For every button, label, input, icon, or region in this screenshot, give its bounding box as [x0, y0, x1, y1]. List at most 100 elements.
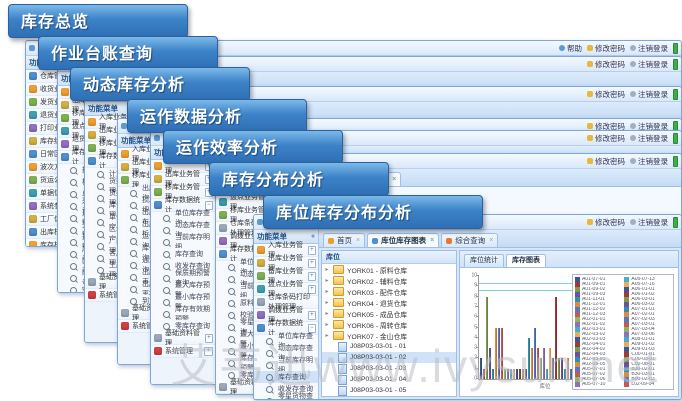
folder-icon	[333, 331, 344, 340]
tree-expand-icon[interactable]: ▸	[324, 277, 330, 284]
tree-folder-label: YORK06 - 周转仓库	[347, 320, 407, 330]
tree-expand-icon[interactable]: ▸	[324, 299, 330, 306]
subtab-库位统计[interactable]: 库位统计	[464, 254, 504, 267]
menu-item-icon	[219, 237, 227, 245]
location-icon	[338, 364, 347, 374]
sidebar-query-item[interactable]: 库存有效期预警	[151, 308, 215, 320]
tab-close-icon[interactable]: ×	[356, 237, 360, 244]
logout-button[interactable]: 注销登录	[630, 59, 668, 70]
location-icon	[338, 353, 347, 363]
help-button[interactable]: 帮助	[559, 43, 582, 54]
tree-location-label: J08P03-03-01 - 05	[350, 387, 406, 394]
tab-close-icon[interactable]: ×	[392, 176, 396, 183]
tree-location-item[interactable]: J08P03-03-01 - 01	[322, 341, 456, 352]
change-password-button[interactable]: 修改密码	[587, 89, 625, 100]
tab-综合查询[interactable]: 综合查询×	[441, 233, 498, 247]
menu-item-label: 库存查询	[175, 249, 203, 259]
menu-item-icon	[88, 157, 96, 165]
logout-icon	[630, 91, 636, 97]
bar-A02-03-02	[513, 369, 515, 379]
menu-item-icon	[154, 162, 162, 170]
logout-button[interactable]: 注销登录	[630, 156, 668, 167]
tree-expand-icon[interactable]: ▸	[324, 332, 330, 339]
tree-location-item[interactable]: J08P03-03-01 - 03	[322, 363, 456, 374]
bar-A06-01-01	[552, 358, 554, 379]
logout-icon	[630, 123, 636, 129]
menu-item-icon	[88, 291, 96, 299]
tree-expand-icon[interactable]: ▸	[324, 288, 330, 295]
logout-icon	[630, 135, 636, 141]
expand-icon: +	[308, 272, 316, 281]
banner-库存总览: 库存总览	[8, 4, 188, 38]
tree-folder-item[interactable]: ▸ YORK06 - 周转仓库	[322, 319, 456, 330]
menu-item-icon	[219, 250, 227, 258]
window-location-inventory-distribution: 当前用户:Admin Admin修改密码注销登录功能菜单«入库业务管理+出库业务…	[253, 214, 682, 400]
bar-A02-04-03	[525, 369, 527, 379]
lock-icon	[587, 123, 593, 129]
tab-close-icon[interactable]: ×	[430, 237, 434, 244]
sidebar-query-item[interactable]: 库存查询	[151, 248, 215, 260]
menu-item-icon	[29, 98, 37, 106]
tree-folder-item[interactable]: ▸YORK02 - 辅料仓库	[322, 275, 456, 286]
expand-icon: +	[204, 347, 213, 356]
menu-item-icon	[29, 85, 37, 93]
online-indicator	[673, 217, 678, 228]
menu-item-icon	[29, 189, 37, 197]
sidebar-menu-item[interactable]: 基础资料管理+	[151, 332, 215, 345]
bar-A01-07-01	[480, 358, 482, 379]
tree-folder-item[interactable]: ▸YORK07 - 金山仓库	[322, 330, 456, 341]
tab-close-icon[interactable]: ×	[489, 237, 493, 244]
logout-label: 注销登录	[638, 89, 668, 100]
tree-folder-item[interactable]: ▸ YORK05 - 成品仓库	[322, 308, 456, 319]
logout-button[interactable]: 注销登录	[630, 89, 668, 100]
sidebar-query-item[interactable]: 零星货物查询	[254, 395, 318, 399]
menu-item-icon	[88, 118, 96, 126]
tree-location-item[interactable]: J08P03-03-01 - 05	[322, 385, 456, 396]
menu-item-icon	[257, 246, 265, 254]
search-icon	[97, 171, 104, 178]
search-icon	[130, 226, 137, 233]
warehouse-tree-panel: 库位▸YORK01 - 原料仓库▸YORK02 - 辅料仓库▸YORK03 - …	[321, 250, 457, 397]
subtab-库存图表[interactable]: 库存图表	[506, 254, 546, 267]
tree-folder-item[interactable]: ▸YORK01 - 原料仓库	[322, 264, 456, 275]
search-icon	[70, 167, 77, 174]
menu-item-icon	[88, 131, 96, 139]
tree-folder-item[interactable]: ▸YORK04 - 退货仓库	[322, 297, 456, 308]
menu-item-icon	[257, 324, 265, 332]
change-password-button[interactable]: 修改密码	[587, 43, 625, 54]
help-label: 帮助	[567, 43, 582, 54]
search-icon	[97, 267, 104, 274]
menu-item-icon	[219, 198, 227, 206]
bar-A05-07-16	[549, 348, 551, 379]
tree-location-item[interactable]: J08P03-03-01 - 06	[322, 396, 456, 397]
sidebar-query-item[interactable]: 当前库存明细	[151, 236, 215, 248]
tab-库位库存图表[interactable]: 库位库存图表×	[367, 233, 439, 247]
tab-strip: 首页×库位库存图表×综合查询×	[319, 230, 681, 248]
tree-location-item[interactable]: J08P03-03-01 - 04	[322, 374, 456, 385]
menu-item-icon	[61, 140, 69, 148]
logout-button[interactable]: 注销登录	[630, 217, 668, 228]
tree-expand-icon[interactable]: ▸	[324, 310, 330, 317]
logout-button[interactable]: 注销登录	[630, 133, 668, 144]
tree-folder-item[interactable]: ▸YORK03 - 配件仓库	[322, 286, 456, 297]
change-password-button[interactable]: 修改密码	[587, 59, 625, 70]
search-icon	[130, 262, 137, 269]
bar-A06-03-02	[561, 358, 563, 379]
bar-A02-03-03	[516, 369, 518, 379]
tree-expand-icon[interactable]: ▸	[324, 321, 330, 328]
logout-button[interactable]: 注销登录	[630, 43, 668, 54]
tree-folder-label: YORK05 - 成品仓库	[347, 309, 407, 319]
change-password-button[interactable]: 修改密码	[587, 217, 625, 228]
change-password-button[interactable]: 修改密码	[587, 156, 625, 167]
menu-item-icon	[29, 176, 37, 184]
tree-expand-icon[interactable]: ▸	[324, 266, 330, 273]
sidebar-query-item[interactable]: 当前库存明细	[254, 359, 318, 371]
tree-location-item[interactable]: J08P03-03-01 - 02	[322, 352, 456, 363]
tab-首页[interactable]: 首页×	[323, 233, 365, 247]
change-password-button[interactable]: 修改密码	[587, 133, 625, 144]
menu-item-icon	[154, 201, 162, 209]
window-body: 功能菜单«入库业务管理+出库业务管理+备库业务管理+盘点业务管理+仓库条码打印处…	[254, 230, 681, 399]
sidebar-query-item[interactable]: 库存查询	[254, 371, 318, 383]
sidebar-menu-item[interactable]: 系统管理+	[151, 345, 215, 358]
search-icon	[130, 214, 137, 221]
